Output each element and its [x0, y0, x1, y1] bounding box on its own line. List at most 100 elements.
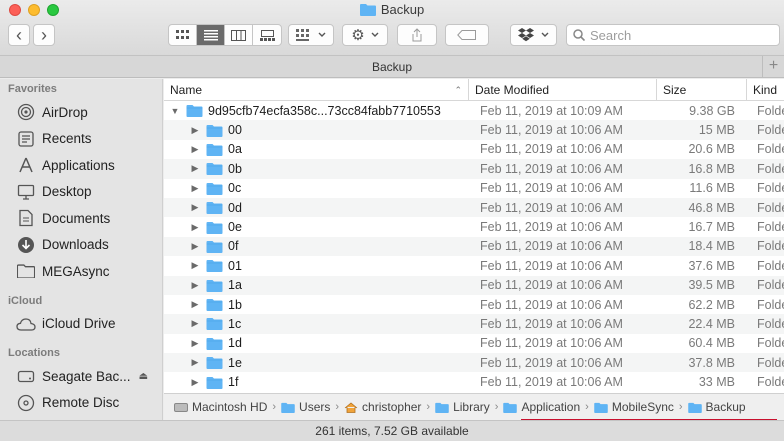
gallery-view-button[interactable]: [253, 25, 281, 45]
disclosure-collapsed-icon[interactable]: ▶: [190, 260, 200, 271]
new-tab-button[interactable]: +: [762, 56, 784, 78]
sidebar-item-applications[interactable]: Applications: [0, 152, 162, 179]
folder-icon: [206, 279, 223, 292]
row-kind: Folder: [757, 161, 784, 176]
list-view-button[interactable]: [197, 25, 225, 45]
disclosure-collapsed-icon[interactable]: ▶: [190, 125, 200, 136]
sidebar-item-label: Applications: [42, 157, 115, 173]
share-button[interactable]: [397, 24, 437, 46]
window-title: Backup: [0, 2, 784, 17]
sort-ascending-icon: ⌃: [454, 85, 462, 95]
chevron-down-icon: [318, 32, 326, 37]
action-button[interactable]: ⚙: [342, 24, 388, 46]
row-name-cell: ▶ 01: [164, 259, 469, 273]
folder-icon: [206, 163, 223, 176]
sidebar-item-label: Remote Disc: [42, 395, 120, 411]
folder-icon: [206, 357, 223, 370]
path-crumb[interactable]: Application: [503, 400, 580, 414]
sidebar-item-remote-disc[interactable]: Remote Disc: [0, 390, 162, 417]
path-crumb[interactable]: Macintosh HD: [174, 400, 267, 414]
path-crumb[interactable]: MobileSync: [594, 400, 674, 414]
disclosure-collapsed-icon[interactable]: ▶: [190, 144, 200, 155]
table-row[interactable]: ▶ 1d Feb 11, 2019 at 10:06 AM 60.4 MB Fo…: [164, 334, 784, 353]
table-row[interactable]: ▶ 00 Feb 11, 2019 at 10:06 AM 15 MB Fold…: [164, 120, 784, 140]
row-name: 1f: [228, 375, 239, 390]
disclosure-collapsed-icon[interactable]: ▶: [190, 280, 200, 291]
sidebar-item-airdrop[interactable]: AirDrop: [0, 99, 162, 126]
column-header-row: Name ⌃ Date Modified Size Kind: [164, 79, 784, 101]
folder-icon: [16, 262, 36, 280]
sidebar-item-megasync[interactable]: MEGAsync: [0, 258, 162, 285]
sidebar-item-label: iCloud Drive: [42, 316, 116, 332]
table-row[interactable]: ▶ 0c Feb 11, 2019 at 10:06 AM 11.6 MB Fo…: [164, 179, 784, 198]
disclosure-collapsed-icon[interactable]: ▶: [190, 183, 200, 194]
table-row[interactable]: ▶ 1a Feb 11, 2019 at 10:06 AM 39.5 MB Fo…: [164, 275, 784, 295]
disclosure-collapsed-icon[interactable]: ▶: [190, 202, 200, 213]
path-separator-icon: ›: [678, 401, 683, 413]
row-name-cell: ▶ 1c: [164, 317, 469, 331]
disclosure-collapsed-icon[interactable]: ▶: [190, 299, 200, 310]
row-kind: Folder: [757, 123, 784, 138]
path-crumb-label: Macintosh HD: [192, 400, 268, 414]
table-row[interactable]: ▼ 9d95cfb74ecfa358c...73cc84fabb7710553 …: [164, 101, 784, 120]
table-row[interactable]: ▶ 1b Feb 11, 2019 at 10:06 AM 62.2 MB Fo…: [164, 295, 784, 314]
applications-icon: [16, 156, 36, 174]
table-row[interactable]: ▶ 0e Feb 11, 2019 at 10:06 AM 16.7 MB Fo…: [164, 217, 784, 236]
row-name: 0e: [228, 220, 242, 235]
sidebar-item-seagate-bac[interactable]: Seagate Bac... ⏏: [0, 363, 162, 390]
row-name: 1a: [228, 278, 242, 293]
search-field[interactable]: [566, 24, 780, 46]
row-size: 39.5 MB: [688, 278, 735, 293]
column-header-date[interactable]: Date Modified: [469, 79, 657, 101]
table-row[interactable]: ▶ 0a Feb 11, 2019 at 10:06 AM 20.6 MB Fo…: [164, 140, 784, 159]
sidebar-section-heading: iCloud: [8, 294, 43, 307]
column-header-name[interactable]: Name ⌃: [164, 79, 469, 101]
sidebar-item-documents[interactable]: Documents: [0, 205, 162, 232]
dropbox-button[interactable]: [510, 24, 557, 46]
row-size: 16.7 MB: [688, 220, 735, 235]
disclosure-collapsed-icon[interactable]: ▶: [190, 338, 200, 349]
row-date: Feb 11, 2019 at 10:06 AM: [480, 336, 623, 351]
eject-icon[interactable]: ⏏: [139, 371, 148, 382]
tab-backup[interactable]: Backup: [372, 60, 412, 74]
forward-button[interactable]: ›: [33, 24, 55, 46]
row-name-cell: ▶ 0c: [164, 181, 469, 195]
column-header-kind[interactable]: Kind: [747, 79, 784, 101]
column-view-button[interactable]: [225, 25, 253, 45]
path-crumb[interactable]: Library: [435, 400, 490, 414]
table-row[interactable]: ▶ 1c Feb 11, 2019 at 10:06 AM 22.4 MB Fo…: [164, 314, 784, 334]
table-row[interactable]: ▶ 1f Feb 11, 2019 at 10:06 AM 33 MB Fold…: [164, 372, 784, 391]
icon-view-button[interactable]: [169, 25, 197, 45]
folder-icon: [206, 202, 223, 215]
column-header-name-label: Name: [170, 83, 203, 97]
sidebar-item-downloads[interactable]: Downloads: [0, 232, 162, 259]
path-crumb[interactable]: christopher: [344, 400, 421, 414]
disclosure-collapsed-icon[interactable]: ▶: [190, 163, 200, 174]
back-button[interactable]: ‹: [8, 24, 30, 46]
disclosure-collapsed-icon[interactable]: ▶: [190, 357, 200, 368]
table-row[interactable]: ▶ 0f Feb 11, 2019 at 10:06 AM 18.4 MB Fo…: [164, 236, 784, 257]
drive-icon: [16, 367, 36, 385]
column-header-size[interactable]: Size: [657, 79, 747, 101]
table-row[interactable]: ▶ 0b Feb 11, 2019 at 10:06 AM 16.8 MB Fo…: [164, 159, 784, 179]
disclosure-collapsed-icon[interactable]: ▶: [190, 241, 200, 252]
sidebar-item-recents[interactable]: Recents: [0, 126, 162, 153]
sidebar-item-icloud-drive[interactable]: iCloud Drive: [0, 311, 162, 338]
disclosure-expanded-icon[interactable]: ▼: [170, 106, 180, 116]
table-row[interactable]: ▶ 0d Feb 11, 2019 at 10:06 AM 46.8 MB Fo…: [164, 197, 784, 218]
group-by-button[interactable]: [288, 24, 334, 46]
table-row[interactable]: ▶ 1e Feb 11, 2019 at 10:06 AM 37.8 MB Fo…: [164, 353, 784, 373]
disclosure-collapsed-icon[interactable]: ▶: [190, 318, 200, 329]
search-input[interactable]: [590, 27, 770, 43]
disclosure-collapsed-icon[interactable]: ▶: [190, 222, 200, 233]
sidebar-item-desktop[interactable]: Desktop: [0, 179, 162, 206]
disclosure-collapsed-icon[interactable]: ▶: [190, 377, 200, 388]
edit-tags-button[interactable]: [445, 24, 489, 46]
path-crumb[interactable]: Backup: [687, 400, 746, 414]
folder-icon: [206, 337, 223, 350]
path-crumb[interactable]: Users: [281, 400, 330, 414]
row-size: 16.8 MB: [688, 161, 735, 176]
sidebar-item-label: Documents: [42, 210, 111, 226]
folder-icon: [435, 402, 453, 413]
table-row[interactable]: ▶ 01 Feb 11, 2019 at 10:06 AM 37.6 MB Fo…: [164, 256, 784, 275]
